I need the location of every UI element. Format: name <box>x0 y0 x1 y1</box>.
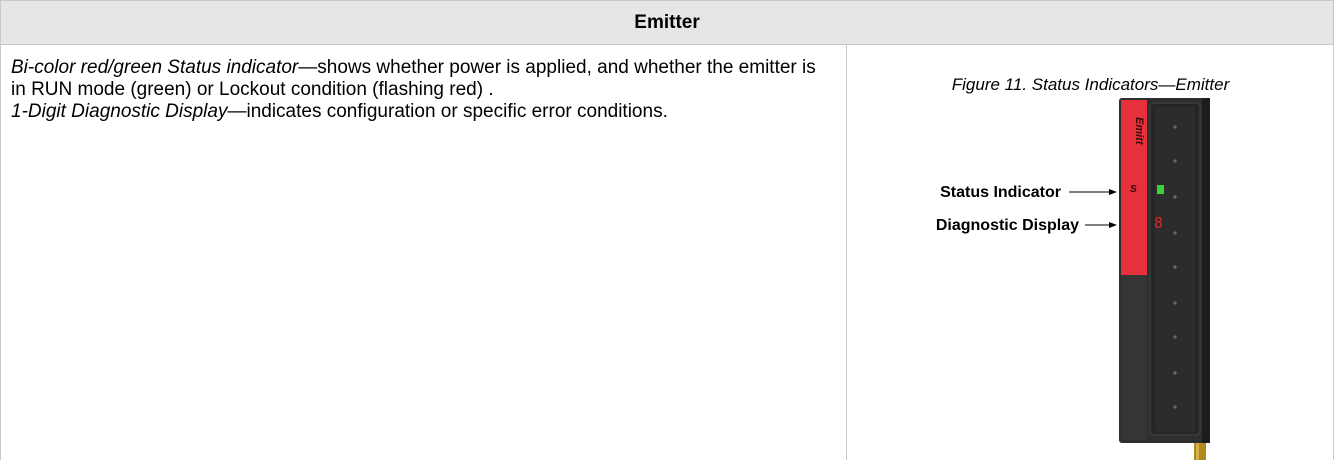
status-indicator-description: Bi-color red/green Status indicator—show… <box>11 57 828 101</box>
diagnostic-digit: 8 <box>1154 214 1163 232</box>
emitter-device-label: Emitt <box>1133 117 1145 146</box>
figure-cell: Figure 11. Status Indicators—Emitter Emi… <box>847 45 1334 460</box>
lens-dot <box>1173 125 1177 129</box>
emitter-housing-edge <box>1202 98 1210 443</box>
lens-dot <box>1173 301 1177 305</box>
arrowhead-icon <box>1109 222 1117 228</box>
diagnostic-display-term: 1-Digit Diagnostic Display <box>11 101 228 122</box>
emitter-table: Emitter Bi-color red/green Status indica… <box>0 0 1334 460</box>
description-cell: Bi-color red/green Status indicator—show… <box>0 45 847 460</box>
table-header-title: Emitter <box>634 12 700 33</box>
status-callout-arrow <box>1069 189 1117 195</box>
lens-dot <box>1173 159 1177 163</box>
diagnostic-display-callout: Diagnostic Display <box>936 217 1079 234</box>
lens-dot <box>1173 405 1177 409</box>
lens-dot <box>1173 231 1177 235</box>
emitter-figure: Emitt S 8 Status Indicator Diagnostic Di… <box>936 98 1210 460</box>
status-led <box>1157 185 1164 194</box>
diagnostic-display-description: 1-Digit Diagnostic Display—indicates con… <box>11 101 828 123</box>
emitter-lower-strip <box>1121 275 1147 440</box>
table-header: Emitter <box>0 0 1334 45</box>
lens-dot <box>1173 371 1177 375</box>
lens-dot <box>1173 195 1177 199</box>
diagnostic-display-text: —indicates configuration or specific err… <box>227 101 668 122</box>
status-indicator-term: Bi-color red/green Status indicator <box>11 57 299 78</box>
lens-dot <box>1173 265 1177 269</box>
lens-dot <box>1173 335 1177 339</box>
status-indicator-callout: Status Indicator <box>940 184 1061 201</box>
arrowhead-icon <box>1109 189 1117 195</box>
status-letter: S <box>1130 184 1137 195</box>
emitter-lens-inner <box>1155 107 1195 432</box>
diagnostic-callout-arrow <box>1085 222 1117 228</box>
